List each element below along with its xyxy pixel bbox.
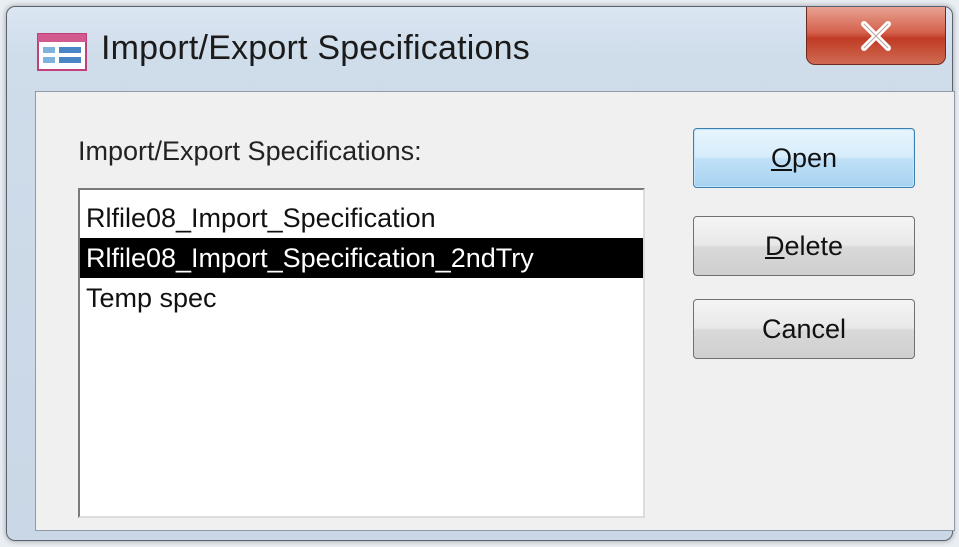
specifications-listbox[interactable]: Rlfile08_Import_Specification Rlfile08_I… [78, 188, 645, 518]
cancel-button[interactable]: Cancel [693, 299, 915, 359]
close-x-icon [861, 20, 891, 51]
open-label: pen [791, 142, 838, 173]
dialog-window: Import/Export Specifications Import/Expo… [6, 6, 955, 541]
specifications-label: Import/Export Specifications: [78, 136, 422, 166]
close-button[interactable] [806, 7, 946, 65]
list-item[interactable]: Rlfile08_Import_Specification [80, 198, 643, 238]
title-bar[interactable]: Import/Export Specifications [7, 7, 952, 87]
open-accelerator: O [770, 142, 792, 173]
dialog-body: Import/Export Specifications: Rlfile08_I… [35, 91, 955, 531]
delete-accelerator: D [764, 230, 785, 261]
cancel-label: Cancel [761, 313, 847, 344]
open-button[interactable]: Open [693, 128, 915, 188]
table-window-icon [37, 33, 87, 71]
window-title: Import/Export Specifications [101, 29, 530, 67]
list-item[interactable]: Temp spec [80, 278, 643, 318]
delete-button[interactable]: Delete [693, 216, 915, 276]
list-item[interactable]: Rlfile08_Import_Specification_2ndTry [80, 238, 643, 278]
delete-label: elete [784, 230, 844, 261]
